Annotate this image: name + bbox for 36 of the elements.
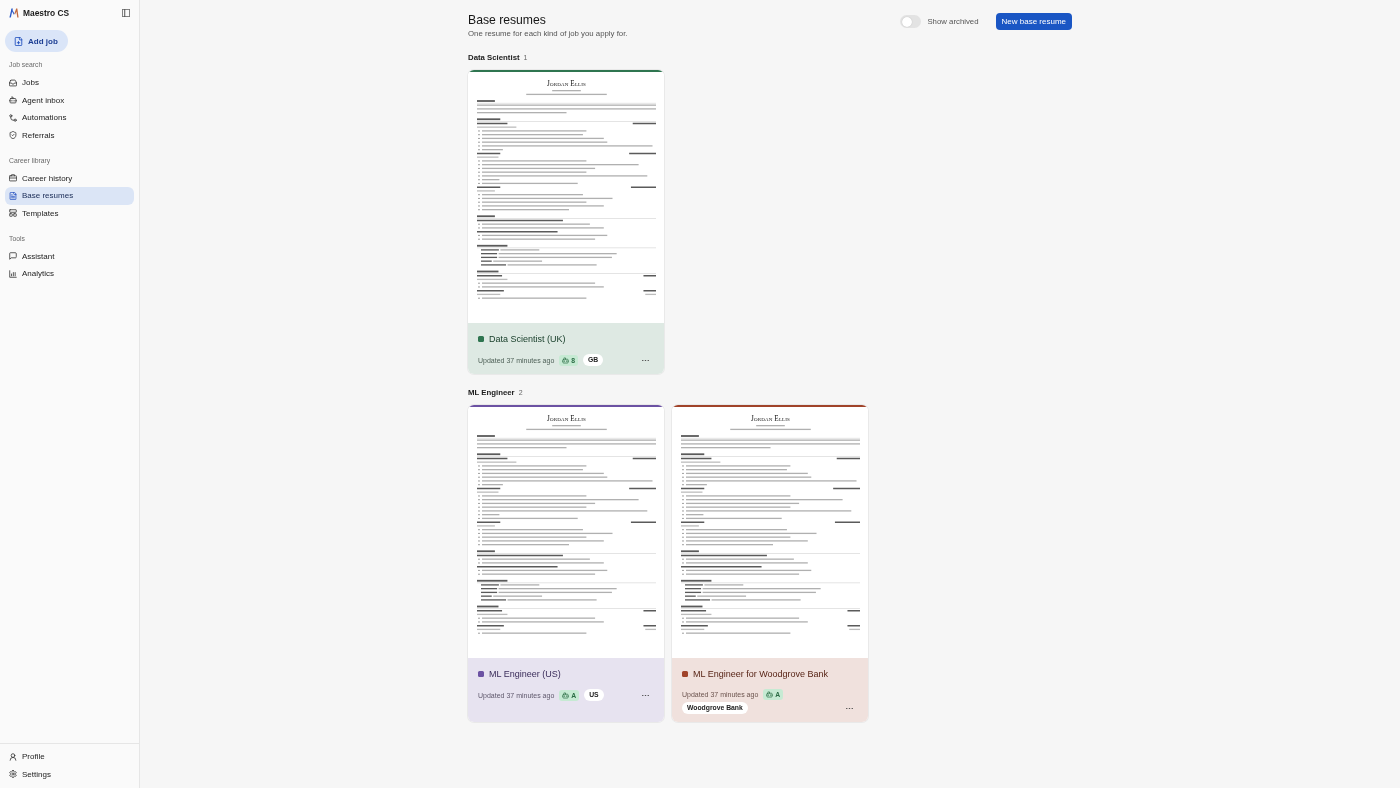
app-name: Maestro CS [23,8,71,18]
nav-item[interactable]: Base resumes [5,187,134,205]
resume-title[interactable]: ML Engineer for Woodgrove Bank [693,668,829,680]
add-job-button[interactable]: Add job [5,30,68,52]
nav-item[interactable]: Profile [5,748,134,766]
shield-icon [9,131,17,140]
briefcase-icon [9,174,17,183]
logo-icon [9,8,19,18]
resume-title[interactable]: ML Engineer (US) [489,668,561,680]
nav-item[interactable]: Jobs [5,74,134,92]
inbox-icon [9,78,17,87]
resume-title[interactable]: Data Scientist (UK) [489,333,566,345]
nodes-icon [9,113,17,122]
settings-icon [9,770,17,779]
nav-item[interactable]: Templates [5,204,134,222]
nav-item[interactable]: Analytics [5,265,134,283]
robot-icon [9,96,17,105]
robot-icon [562,356,570,364]
bar-chart-icon [9,269,17,278]
nav-item[interactable]: Career history [5,169,134,187]
file-plus-icon [14,36,23,46]
robot-icon [766,691,774,698]
nav-item[interactable]: Agent inbox [5,91,134,109]
toggle-switch[interactable] [900,15,922,28]
chat-icon [9,252,17,261]
panel-icon[interactable] [122,9,130,17]
user-icon [9,752,17,761]
nav-item[interactable]: Assistant [5,247,134,265]
new-resume-button[interactable]: New base resume [995,13,1072,30]
layout-icon [9,209,17,218]
page-title: Base resumes [468,13,547,28]
nav-item[interactable]: Settings [5,765,134,783]
nav-item[interactable]: Referrals [5,126,134,144]
file-text-icon [9,191,17,200]
robot-icon [562,691,570,699]
nav-item[interactable]: Automations [5,109,134,127]
